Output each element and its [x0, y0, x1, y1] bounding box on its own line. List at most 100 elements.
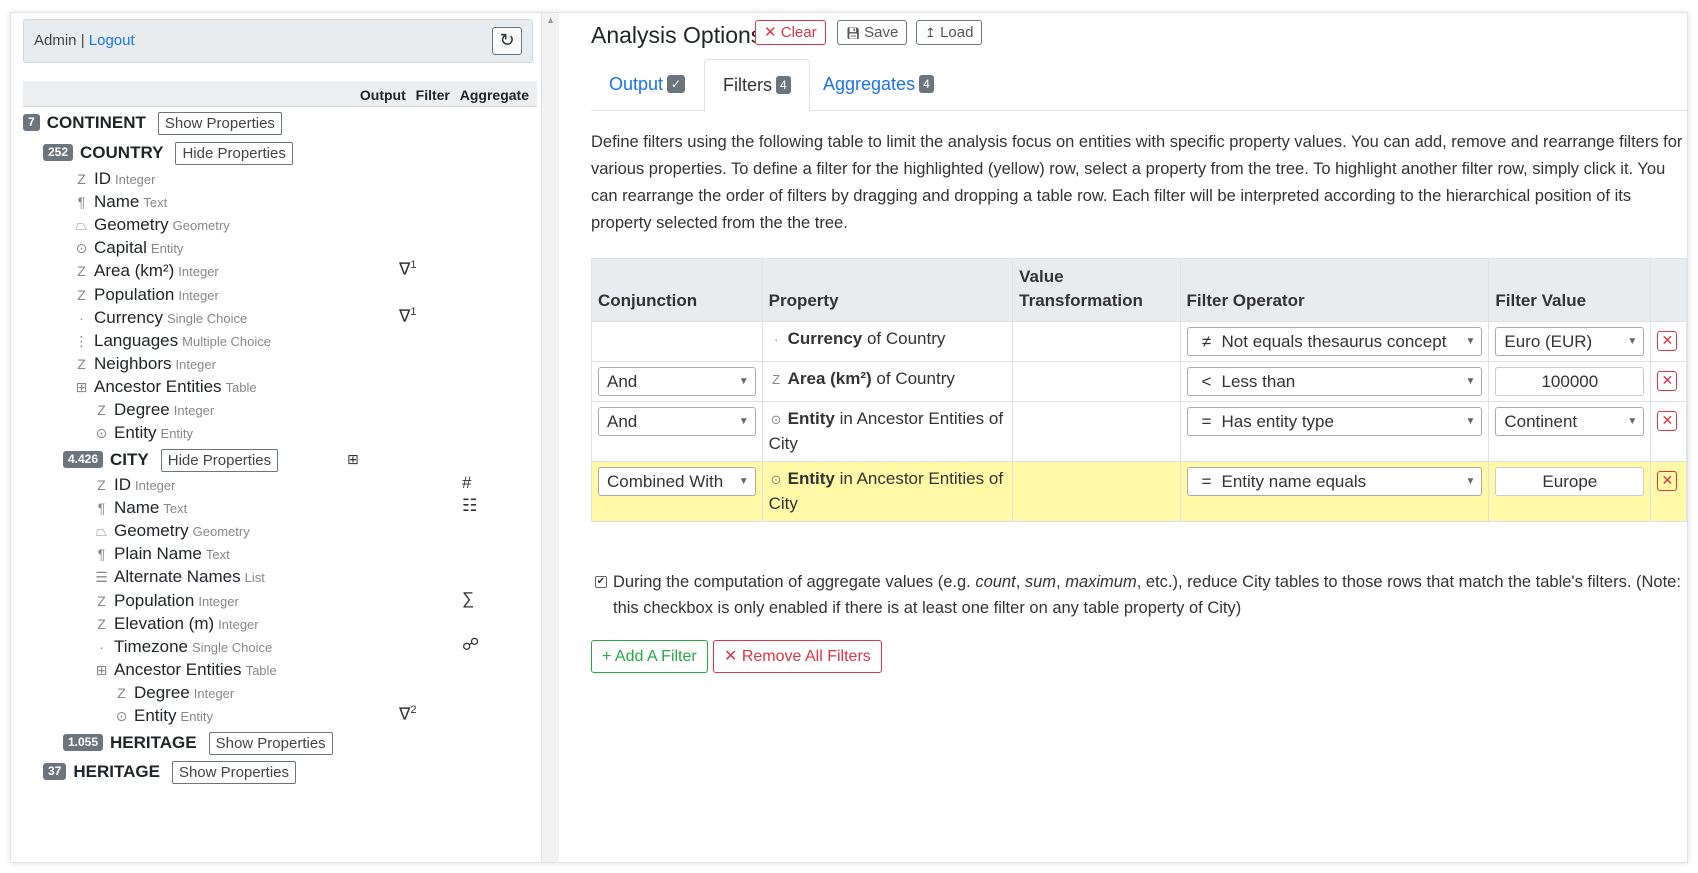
filter-operator-select[interactable]: = Has entity type ▼: [1186, 407, 1483, 436]
conjunction-select[interactable]: And ▼: [598, 407, 756, 436]
filter-row[interactable]: Combined With ▼ ⊙ Entity in Ancestor Entiti…: [591, 461, 1687, 522]
filter-row[interactable]: And ▼ ⊙ Entity in Ancestor Entities of City…: [591, 401, 1687, 462]
refresh-button[interactable]: ↻: [492, 27, 522, 55]
tree-property[interactable]: ¶ Name Text: [93, 497, 187, 520]
tree-property[interactable]: Z Population Integer: [73, 284, 219, 307]
property-type: Text: [143, 195, 168, 211]
conjunction-cell: And ▼: [591, 401, 763, 462]
tree-property[interactable]: · Currency Single Choice: [73, 307, 247, 330]
tree-property[interactable]: Z Population Integer: [93, 590, 239, 613]
filter-marker-icon[interactable]: ∇1: [399, 259, 417, 280]
tree-entity-heritage[interactable]: 37 HERITAGE Show Properties: [43, 760, 296, 784]
show-properties-button[interactable]: Show Properties: [208, 732, 333, 755]
property-cell: ⊙ Entity in Ancestor Entities of City: [761, 461, 1014, 522]
tree-property[interactable]: ⋮ Languages Multiple Choice: [73, 330, 272, 353]
filter-value-select[interactable]: Continent ▼: [1495, 407, 1645, 436]
value-transformation-cell[interactable]: [1012, 401, 1181, 462]
remove-filter-button[interactable]: ✕: [1657, 471, 1678, 491]
property-name: Name: [94, 192, 140, 212]
hide-properties-button[interactable]: Hide Properties: [175, 142, 293, 165]
reduce-tables-checkbox[interactable]: ✔: [595, 576, 607, 588]
tree-property[interactable]: Z Degree Integer: [113, 682, 234, 705]
filter-value-input[interactable]: 100000: [1495, 367, 1645, 396]
tree-entity-heritage-city[interactable]: 1.055 HERITAGE Show Properties: [63, 731, 333, 755]
panel-splitter[interactable]: ▲: [541, 13, 559, 862]
property-type-icon: ⊙: [115, 708, 128, 724]
aggregate-marker-icon[interactable]: ☍: [462, 635, 479, 655]
count-badge: 252: [43, 144, 74, 161]
operator-cell: < Less than ▼: [1179, 361, 1490, 402]
tree-property[interactable]: · Timezone Single Choice: [93, 636, 272, 659]
tree-property[interactable]: ⏢ Geometry Geometry: [93, 520, 250, 543]
add-filter-button[interactable]: + Add A Filter: [591, 640, 708, 673]
value-transformation-cell[interactable]: [1012, 361, 1181, 402]
aggregate-marker-icon[interactable]: ∑: [462, 589, 474, 609]
property-type-icon: ¶: [97, 500, 106, 517]
header-filter-operator: Filter Operator: [1179, 258, 1490, 322]
conjunction-select[interactable]: Combined With ▼: [598, 467, 756, 496]
entity-name: HERITAGE: [73, 762, 160, 781]
value-transformation-cell[interactable]: [1012, 461, 1181, 522]
filter-operator-select[interactable]: = Entity name equals ▼: [1186, 467, 1483, 496]
logout-link[interactable]: Logout: [89, 32, 135, 49]
remove-filter-button[interactable]: ✕: [1657, 371, 1678, 391]
tree-entity-continent[interactable]: 7 CONTINENT Show Properties: [23, 111, 282, 135]
filter-operator-select[interactable]: ≠ Not equals thesaurus concept ▼: [1186, 327, 1483, 356]
tree-property[interactable]: ⊙ Entity Entity: [113, 705, 213, 728]
filter-operator-select[interactable]: < Less than ▼: [1186, 367, 1483, 396]
filter-row[interactable]: And ▼ Z Area (km²) of Country < Less than ▼ 100…: [591, 361, 1687, 402]
load-button[interactable]: ↥ Load: [916, 20, 983, 45]
filter-marker-icon[interactable]: ∇1: [399, 306, 417, 327]
property-name: ID: [94, 169, 111, 188]
tree-property[interactable]: ☰ Alternate Names List: [93, 566, 265, 589]
tree-property[interactable]: ⏢ Geometry Geometry: [73, 214, 230, 237]
tree-column-headers: Output Filter Aggregate: [23, 81, 537, 107]
value-transformation-cell[interactable]: [1012, 321, 1181, 362]
property-name: Degree: [134, 683, 190, 702]
tree-property[interactable]: ⊞ Ancestor Entities Table: [73, 376, 257, 399]
property-type-icon: ⏢: [75, 217, 88, 234]
tree-property[interactable]: Z Area (km²) Integer: [73, 260, 219, 283]
entity-name: COUNTRY: [80, 143, 164, 162]
collapse-arrow-icon[interactable]: ▲: [546, 15, 555, 25]
show-properties-button[interactable]: Show Properties: [157, 112, 282, 135]
tree-property[interactable]: Z Neighbors Integer: [73, 353, 216, 376]
table-output-icon[interactable]: ⊞: [347, 451, 359, 468]
remove-filter-button[interactable]: ✕: [1657, 331, 1678, 351]
clear-button[interactable]: ✕ Clear: [755, 20, 826, 45]
chevron-down-icon: ▼: [1627, 416, 1638, 427]
aggregate-marker-icon[interactable]: #: [462, 473, 471, 493]
reduce-tables-option: ✔ During the computation of aggregate va…: [595, 573, 1681, 617]
property-type-icon: ⊙: [770, 472, 782, 487]
tree-property[interactable]: Z ID Integer: [73, 168, 155, 191]
tree-property[interactable]: ⊞ Ancestor Entities Table: [93, 659, 277, 682]
tree-property[interactable]: ⊙ Capital Entity: [73, 237, 184, 260]
filter-row[interactable]: · Currency of Country ≠ Not equals thesauru…: [591, 321, 1687, 362]
aggregate-marker-icon[interactable]: ☷: [462, 496, 477, 516]
filter-value-input[interactable]: Europe: [1495, 467, 1645, 496]
tab-aggregates[interactable]: Aggregates 4: [805, 59, 952, 111]
tree-property[interactable]: ⊙ Entity Entity: [93, 422, 193, 445]
tree-property[interactable]: Z ID Integer: [93, 474, 175, 497]
property-type-icon: ⊞: [75, 378, 88, 395]
filter-value-select[interactable]: Euro (EUR) ▼: [1495, 327, 1645, 356]
tree-property[interactable]: Z Degree Integer: [93, 399, 214, 422]
username: Admin: [34, 32, 77, 49]
tree-property[interactable]: ¶ Plain Name Text: [93, 543, 230, 566]
tree-entity-country[interactable]: 252 COUNTRY Hide Properties: [43, 141, 293, 165]
property-type-icon: Z: [117, 685, 126, 701]
hide-properties-button[interactable]: Hide Properties: [160, 449, 279, 472]
filter-marker-icon[interactable]: ∇2: [399, 704, 417, 725]
remove-filter-button[interactable]: ✕: [1657, 411, 1678, 431]
show-properties-button[interactable]: Show Properties: [171, 761, 296, 784]
tab-output[interactable]: Output ✓: [591, 59, 703, 111]
tree-property[interactable]: Z Elevation (m) Integer: [93, 613, 258, 636]
property-type-icon: ⋮: [74, 332, 89, 349]
column-aggregate: Aggregate: [459, 87, 529, 103]
remove-all-filters-button[interactable]: ✕ Remove All Filters: [713, 640, 882, 673]
tab-filters[interactable]: Filters 4: [704, 59, 810, 112]
tree-property[interactable]: ¶ Name Text: [73, 191, 167, 214]
conjunction-select[interactable]: And ▼: [598, 367, 756, 396]
save-button[interactable]: 💾︎ Save: [837, 20, 908, 45]
tree-entity-city[interactable]: 4.426 CITY Hide Properties: [63, 448, 279, 472]
